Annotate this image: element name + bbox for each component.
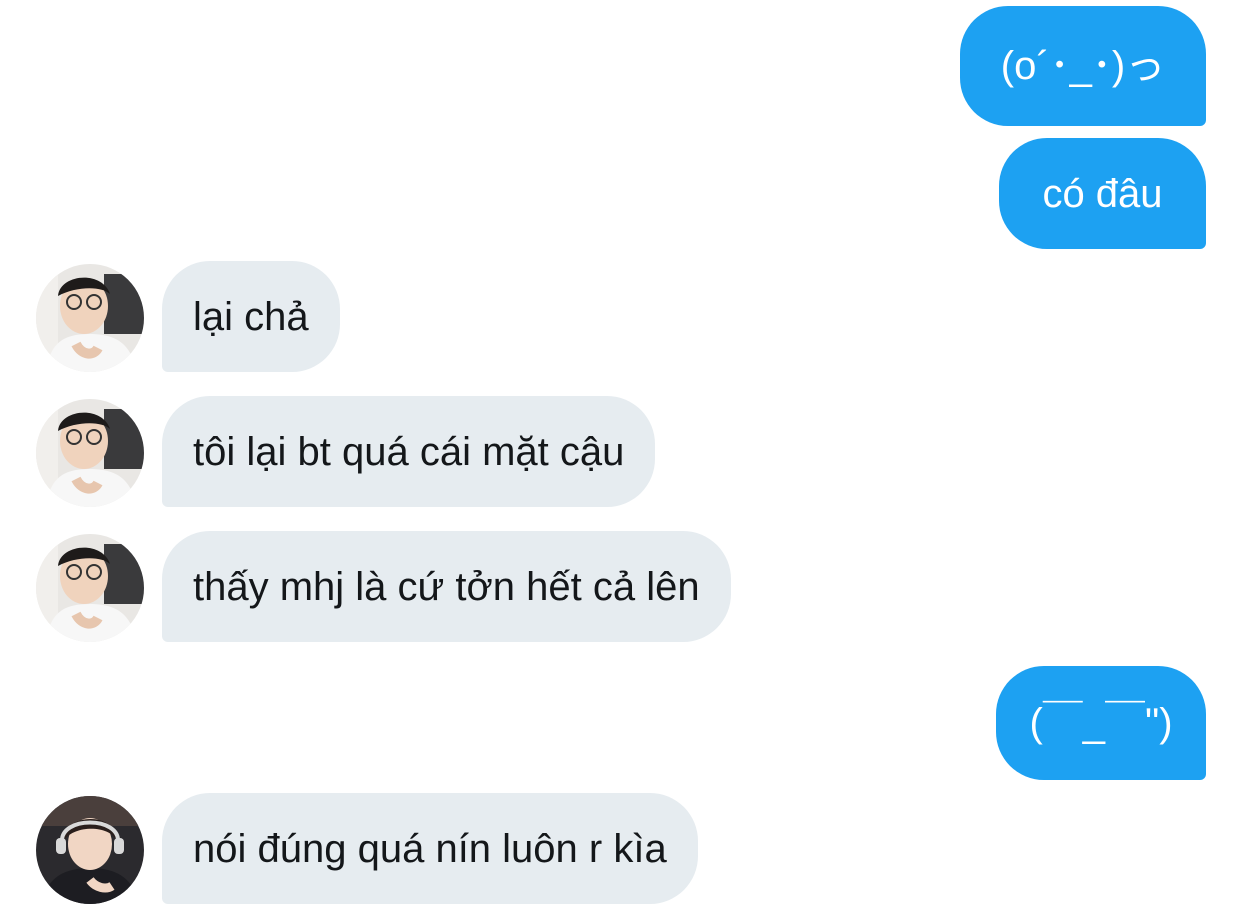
sent-message-bubble[interactable]: (o´･_･)っ: [960, 6, 1206, 126]
sent-message-bubble[interactable]: có đâu: [999, 138, 1206, 249]
contact-avatar[interactable]: [36, 796, 144, 904]
person-with-glasses-white-shirt-avatar-icon: [36, 399, 144, 507]
chat-thread: (o´･_･)っ có đâu lại chả tôi lại bt quá c…: [0, 0, 1242, 919]
received-message-bubble[interactable]: tôi lại bt quá cái mặt cậu: [162, 396, 656, 507]
received-message-bubble[interactable]: nói đúng quá nín luôn r kìa: [162, 793, 698, 904]
message-text: nói đúng quá nín luôn r kìa: [193, 826, 667, 871]
person-with-glasses-white-shirt-avatar-icon: [36, 534, 144, 642]
contact-avatar[interactable]: [36, 399, 144, 507]
received-message-bubble[interactable]: thấy mhj là cứ tởn hết cả lên: [162, 531, 731, 642]
message-text: (￣_￣"): [1029, 701, 1173, 745]
contact-avatar[interactable]: [36, 534, 144, 642]
contact-avatar[interactable]: [36, 264, 144, 372]
message-text: thấy mhj là cứ tởn hết cả lên: [193, 564, 700, 609]
person-with-glasses-white-shirt-avatar-icon: [36, 264, 144, 372]
sent-message-bubble[interactable]: (￣_￣"): [996, 666, 1206, 780]
message-text: có đâu: [1042, 171, 1163, 216]
message-text: tôi lại bt quá cái mặt cậu: [193, 429, 625, 474]
person-with-headset-dark-avatar-icon: [36, 796, 144, 904]
received-message-bubble[interactable]: lại chả: [162, 261, 340, 372]
message-text: (o´･_･)っ: [1000, 44, 1166, 88]
message-text: lại chả: [193, 294, 309, 339]
